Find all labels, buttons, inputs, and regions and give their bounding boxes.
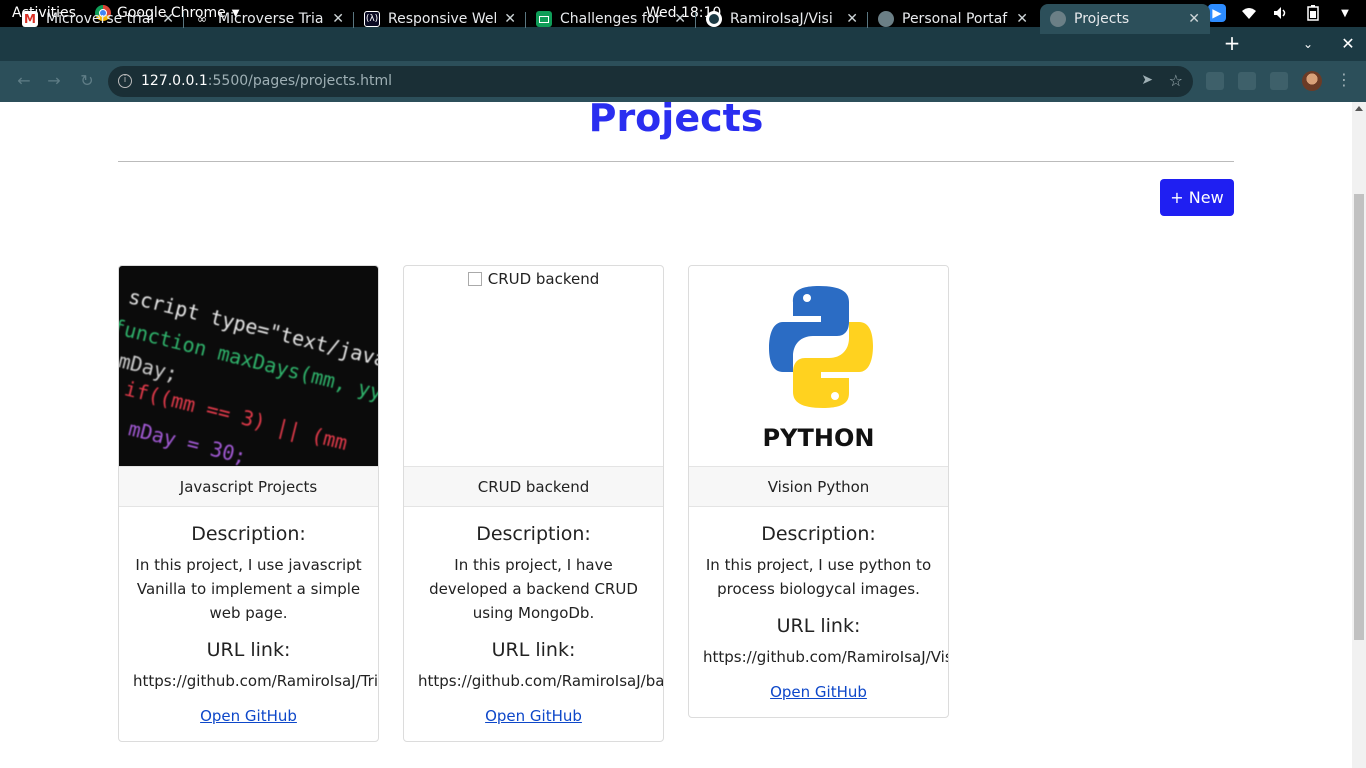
scroll-up-arrow[interactable] bbox=[1355, 106, 1363, 111]
url-heading: URL link: bbox=[776, 615, 861, 637]
description-heading: Description: bbox=[191, 523, 306, 545]
tab-label: Personal Portaf bbox=[902, 11, 1008, 27]
zoom-icon[interactable]: ▶ bbox=[1208, 4, 1226, 22]
tab-label: Microverse Trial bbox=[218, 11, 325, 27]
back-button[interactable]: ← bbox=[14, 71, 34, 91]
scroll-thumb[interactable] bbox=[1354, 194, 1364, 640]
microverse-icon: ∞ bbox=[197, 12, 207, 26]
close-tab-icon[interactable]: ✕ bbox=[504, 11, 516, 27]
project-caption: Vision Python bbox=[689, 466, 948, 507]
project-card: PYTHON Vision Python Description: In thi… bbox=[688, 265, 949, 718]
url-heading: URL link: bbox=[206, 639, 291, 661]
reload-button[interactable]: ↻ bbox=[77, 71, 97, 91]
project-url: https://github.com/RamiroIsaJ/backendcru… bbox=[418, 672, 664, 690]
page-scrollbar[interactable] bbox=[1352, 102, 1366, 768]
chrome-menu-icon[interactable]: ⋮ bbox=[1336, 70, 1352, 89]
open-github-link[interactable]: Open GitHub bbox=[418, 707, 649, 741]
project-card: CRUD backend CRUD backend Description: I… bbox=[403, 265, 664, 742]
address-bar[interactable]: i 127.0.0.1:5500/pages/projects.html ➤ ☆ bbox=[108, 66, 1193, 97]
site-info-icon[interactable]: i bbox=[118, 74, 132, 88]
url-heading: URL link: bbox=[491, 639, 576, 661]
tab-label: RamiroIsaJ/Visi bbox=[730, 11, 833, 27]
wifi-icon[interactable] bbox=[1240, 4, 1258, 22]
broken-image: CRUD backend bbox=[404, 270, 663, 288]
description-heading: Description: bbox=[761, 523, 876, 545]
close-tab-icon[interactable]: ✕ bbox=[846, 11, 858, 27]
gmail-icon: M bbox=[22, 11, 38, 27]
page-title: Projects bbox=[588, 102, 764, 140]
project-caption: Javascript Projects bbox=[119, 466, 378, 507]
tab-freecodecamp[interactable]: (λ) Responsive Web ✕ bbox=[354, 4, 526, 34]
sheets-icon bbox=[536, 11, 552, 27]
open-github-link[interactable]: Open GitHub bbox=[703, 683, 934, 717]
open-github-link[interactable]: Open GitHub bbox=[133, 707, 364, 741]
globe-icon bbox=[1050, 11, 1066, 27]
project-image-python: PYTHON bbox=[689, 266, 948, 466]
close-tab-icon[interactable]: ✕ bbox=[162, 11, 174, 27]
project-image-crud: CRUD backend bbox=[404, 266, 663, 466]
system-menu-chevron-icon[interactable]: ▼ bbox=[1336, 4, 1354, 22]
page-viewport: Projects + New script type="text/javascr… bbox=[0, 102, 1352, 768]
project-description: In this project, I use javascript Vanill… bbox=[135, 556, 362, 622]
tab-search-button[interactable]: ⌄ bbox=[1296, 33, 1320, 55]
title-divider bbox=[118, 161, 1234, 162]
extension-icon[interactable] bbox=[1238, 72, 1256, 90]
project-caption: CRUD backend bbox=[404, 466, 663, 507]
freecodecamp-icon: (λ) bbox=[364, 11, 380, 27]
battery-icon[interactable] bbox=[1304, 4, 1322, 22]
tab-sheets[interactable]: Challenges for C ✕ bbox=[526, 4, 696, 34]
tab-microverse[interactable]: ∞ Microverse Trial ✕ bbox=[184, 4, 354, 34]
send-icon[interactable]: ➤ bbox=[1141, 72, 1153, 88]
url-text[interactable]: 127.0.0.1:5500/pages/projects.html bbox=[141, 73, 392, 89]
new-project-button[interactable]: + New bbox=[1160, 179, 1234, 216]
tab-label: Projects bbox=[1074, 11, 1130, 27]
profile-avatar[interactable] bbox=[1302, 71, 1322, 91]
close-tab-icon[interactable]: ✕ bbox=[674, 11, 686, 27]
window-close-button[interactable]: ✕ bbox=[1338, 33, 1358, 55]
new-tab-button[interactable]: + bbox=[1220, 33, 1244, 55]
side-panel-icon[interactable] bbox=[1270, 72, 1288, 90]
extension-icon[interactable] bbox=[1206, 72, 1224, 90]
tab-label: Challenges for C bbox=[560, 11, 667, 27]
python-logo-text: PYTHON bbox=[762, 424, 875, 452]
project-url: https://github.com/RamiroIsaJ/Trial2_Mic… bbox=[133, 672, 379, 690]
tab-portfolio[interactable]: Personal Portaf ✕ bbox=[868, 4, 1038, 34]
project-image-javascript: script type="text/javascript" function m… bbox=[119, 266, 378, 466]
github-icon bbox=[706, 11, 722, 27]
volume-icon[interactable] bbox=[1272, 4, 1290, 22]
project-description: In this project, I have developed a back… bbox=[429, 556, 638, 622]
broken-image-icon bbox=[467, 272, 482, 286]
bookmark-star-icon[interactable]: ☆ bbox=[1169, 71, 1183, 90]
tab-label: Microverse trial bbox=[46, 11, 155, 27]
forward-button[interactable]: → bbox=[44, 71, 64, 91]
project-url: https://github.com/RamiroIsaJ/Vision_MT.… bbox=[703, 648, 948, 666]
project-card: script type="text/javascript" function m… bbox=[118, 265, 379, 742]
project-description: In this project, I use python to process… bbox=[705, 556, 932, 598]
tab-projects[interactable]: Projects ✕ bbox=[1040, 4, 1210, 34]
close-tab-icon[interactable]: ✕ bbox=[1188, 11, 1200, 27]
close-tab-icon[interactable]: ✕ bbox=[332, 11, 344, 27]
description-heading: Description: bbox=[476, 523, 591, 545]
close-tab-icon[interactable]: ✕ bbox=[1016, 11, 1028, 27]
tab-gmail[interactable]: M Microverse trial ✕ bbox=[12, 4, 184, 34]
globe-icon bbox=[878, 11, 894, 27]
tab-github[interactable]: RamiroIsaJ/Visi ✕ bbox=[696, 4, 868, 34]
tab-label: Responsive Web bbox=[388, 11, 497, 27]
